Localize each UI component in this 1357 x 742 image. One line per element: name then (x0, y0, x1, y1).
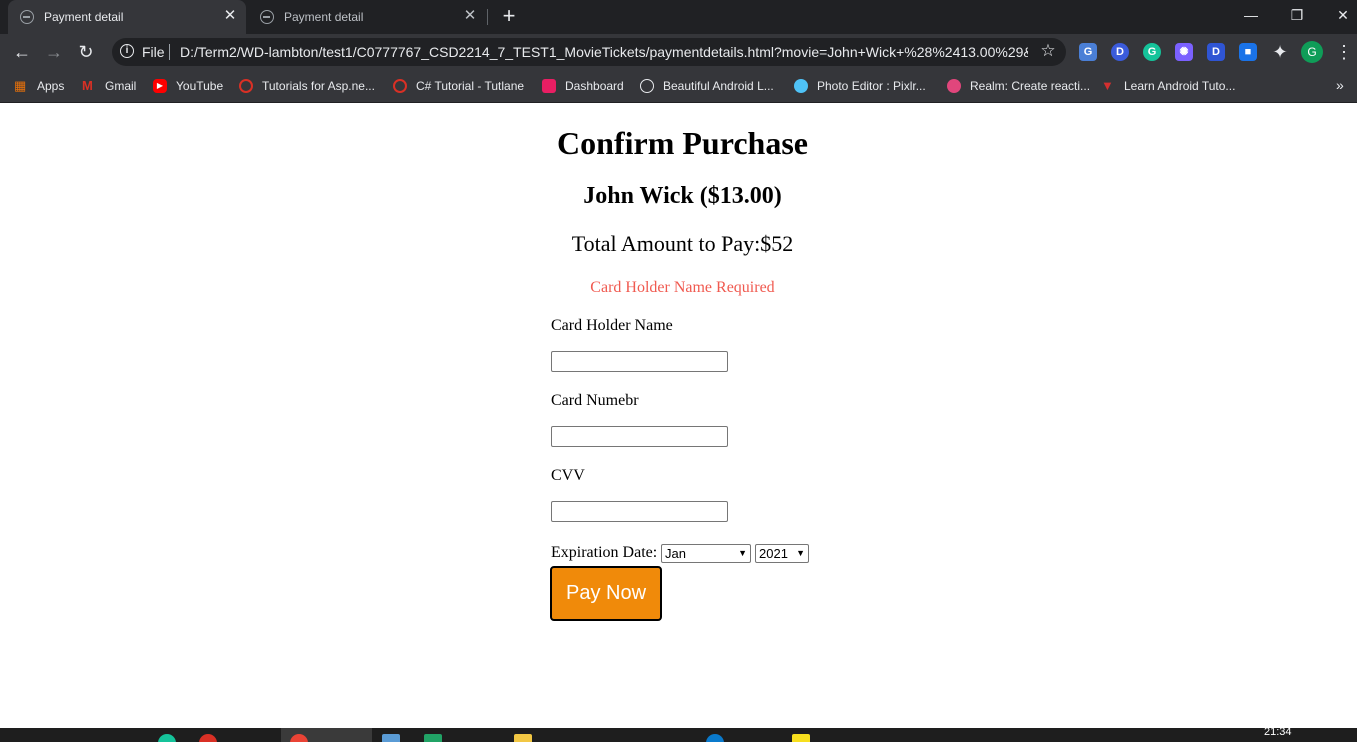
tutlane-icon (393, 79, 407, 93)
bookmark-realm[interactable]: Realm: Create reacti... (947, 77, 1090, 95)
bookmark-label: Apps (37, 79, 65, 93)
movie-title: John Wick ($13.00) (583, 183, 782, 209)
bookmark-dashboard[interactable]: Dashboard (542, 77, 624, 95)
bookmark-apps[interactable]: ▦ Apps (14, 77, 64, 95)
d-extension-icon[interactable]: D (1111, 43, 1129, 61)
bookmark-youtube[interactable]: ▶ YouTube (153, 77, 223, 95)
select-value: Jan (665, 546, 686, 561)
new-tab-icon[interactable]: + (498, 5, 520, 28)
taskbar-app-icon[interactable] (158, 734, 176, 742)
bookmark-label: Photo Editor : Pixlr... (817, 79, 926, 93)
realm-icon (947, 79, 961, 93)
apps-grid-icon: ▦ (14, 78, 27, 93)
browser-tabstrip: Payment detail ✕ Payment detail ✕ + — ❐ … (0, 0, 1357, 34)
tab-close-icon[interactable]: ✕ (222, 8, 238, 24)
taskbar-app-icon[interactable] (424, 734, 442, 742)
tutlane-icon (239, 79, 253, 93)
address-bar[interactable]: i File D:/Term2/WD-lambton/test1/C077776… (112, 38, 1066, 66)
bookmark-label: YouTube (176, 79, 224, 93)
grammarly-extension-icon[interactable]: G (1143, 43, 1161, 61)
globe-icon (260, 10, 274, 24)
expiration-label: Expiration Date: (551, 544, 658, 561)
chevron-down-icon: ▼ (738, 548, 747, 558)
bookmark-label: Tutorials for Asp.ne... (262, 79, 375, 93)
globe-icon (20, 10, 34, 24)
total-amount: Total Amount to Pay:$52 (571, 231, 794, 256)
tab-payment-detail[interactable]: Payment detail ✕ (248, 0, 486, 34)
cvv-input[interactable] (551, 501, 728, 522)
v-logo-icon: ▼ (1101, 78, 1114, 93)
bookmark-gmail[interactable]: M Gmail (82, 77, 136, 95)
forward-arrow-icon[interactable]: → (42, 40, 66, 64)
reload-icon[interactable]: ↻ (74, 40, 98, 64)
google-translate-extension-icon[interactable]: G (1079, 43, 1097, 61)
youtube-icon: ▶ (153, 79, 167, 93)
pixlr-icon (794, 79, 808, 93)
bookmark-star-icon[interactable]: ☆ (1038, 41, 1058, 61)
card-holder-label: Card Holder Name (551, 317, 673, 334)
chevron-down-icon: ▼ (796, 548, 805, 558)
profile-avatar[interactable]: G (1301, 41, 1323, 63)
color-extension-icon[interactable]: ✺ (1175, 43, 1193, 61)
bookmarks-bar: ▦ Apps M Gmail ▶ YouTube Tutorials for A… (0, 70, 1357, 103)
bookmarks-overflow-icon[interactable]: » (1336, 77, 1344, 93)
bookmark-label: Beautiful Android L... (663, 79, 774, 93)
card-holder-input[interactable] (551, 351, 728, 372)
menu-kebab-icon[interactable]: ⋮ (1332, 40, 1356, 64)
taskbar-app-icon[interactable] (199, 734, 217, 742)
globe-icon (640, 79, 654, 93)
tab-title: Payment detail (284, 10, 364, 24)
omnibox-divider (169, 44, 170, 60)
gmail-icon: M (82, 78, 93, 93)
select-value: 2021 (759, 546, 788, 561)
cvv-label: CVV (551, 467, 585, 484)
validation-error: Card Holder Name Required (590, 279, 775, 296)
bookmark-label: C# Tutorial - Tutlane (416, 79, 525, 93)
bookmark-label: Dashboard (565, 79, 624, 93)
card-number-label: Card Numebr (551, 392, 639, 409)
d2-extension-icon[interactable]: D (1207, 43, 1225, 61)
bookmark-learn-android[interactable]: ▼ Learn Android Tuto... (1101, 77, 1235, 95)
browser-toolbar: ← → ↻ i File D:/Term2/WD-lambton/test1/C… (0, 34, 1357, 70)
tab-payment-detail-active[interactable]: Payment detail ✕ (8, 0, 246, 34)
bookmark-pixlr[interactable]: Photo Editor : Pixlr... (794, 77, 926, 95)
minimize-button[interactable]: — (1228, 0, 1274, 32)
close-window-button[interactable]: ✕ (1320, 0, 1357, 32)
card-number-input[interactable] (551, 426, 728, 447)
folder-taskbar-icon[interactable] (514, 734, 532, 742)
scheme-label: File (142, 44, 165, 60)
expiration-year-select[interactable]: 2021 ▼ (755, 544, 809, 563)
bookmark-tutorials-asp[interactable]: Tutorials for Asp.ne... (239, 77, 375, 95)
taskbar-app-icon[interactable] (706, 734, 724, 742)
dashboard-icon (542, 79, 556, 93)
extensions-puzzle-icon[interactable]: ✦ (1268, 40, 1292, 64)
pay-now-button[interactable]: Pay Now (550, 566, 662, 621)
taskbar-clock: 21:34 (1264, 728, 1292, 738)
site-info-icon[interactable]: i (120, 44, 134, 58)
back-arrow-icon[interactable]: ← (10, 40, 34, 64)
bookmark-csharp-tutorial[interactable]: C# Tutorial - Tutlane (393, 77, 524, 95)
tab-close-icon[interactable]: ✕ (462, 8, 478, 24)
tab-title: Payment detail (44, 10, 124, 24)
screen-extension-icon[interactable]: ■ (1239, 43, 1257, 61)
page-content: Confirm Purchase John Wick ($13.00) Tota… (0, 103, 1357, 728)
bookmark-label: Gmail (105, 79, 137, 93)
page-title: Confirm Purchase (557, 125, 808, 161)
bookmark-beautiful-android[interactable]: Beautiful Android L... (640, 77, 774, 95)
expiration-month-select[interactable]: Jan ▼ (661, 544, 751, 563)
url-text[interactable]: D:/Term2/WD-lambton/test1/C0777767_CSD22… (180, 44, 1028, 60)
taskbar-app-icon[interactable] (382, 734, 400, 742)
bookmark-label: Realm: Create reacti... (970, 79, 1091, 93)
taskbar-app-icon[interactable] (792, 734, 810, 742)
windows-taskbar: 21:34 (0, 728, 1357, 742)
bookmark-label: Learn Android Tuto... (1124, 79, 1236, 93)
restore-button[interactable]: ❐ (1274, 0, 1320, 32)
tab-separator (487, 9, 488, 25)
